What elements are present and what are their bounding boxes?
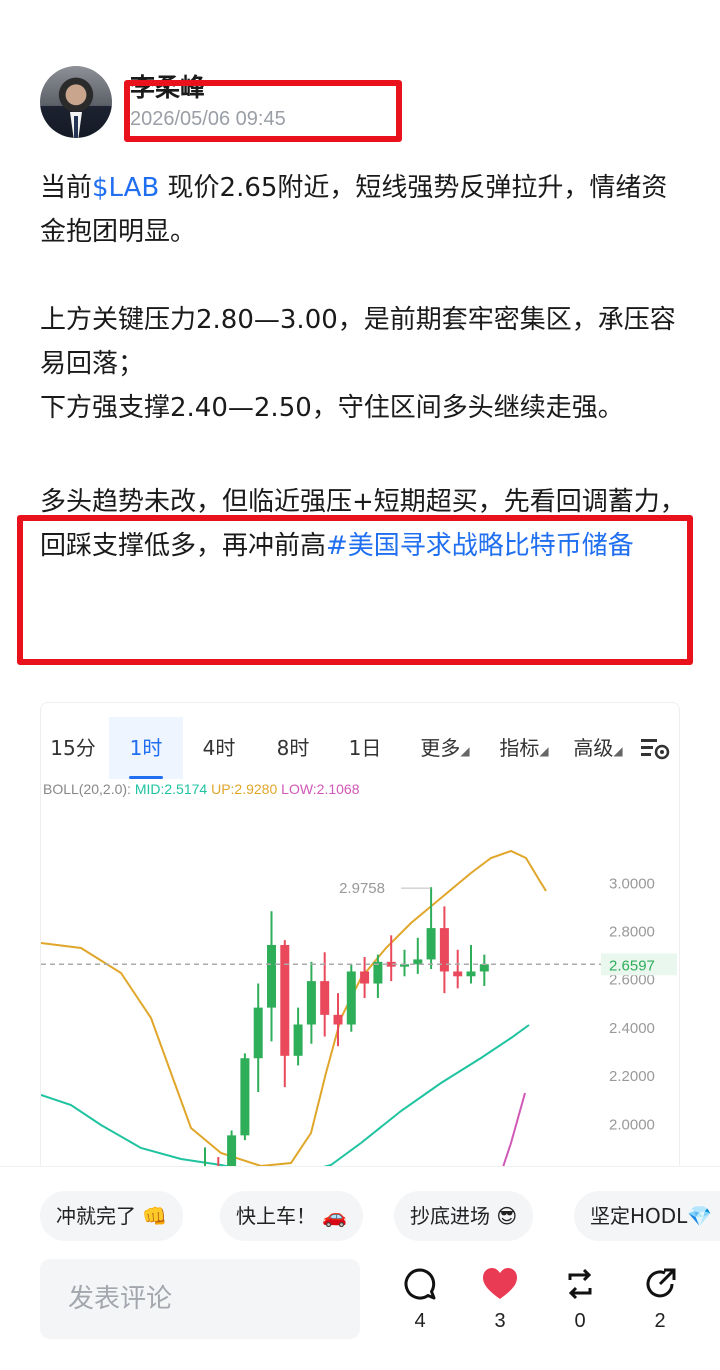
candle-body <box>306 981 316 1025</box>
post-body: 当前$LAB 现价2.65附近，短线强势反弹拉升，情绪资金抱团明显。 上方关键压… <box>40 166 690 568</box>
chart-settings-icon[interactable] <box>639 733 671 763</box>
tab-indicators[interactable]: 指标◢ <box>489 717 559 779</box>
tab-1h[interactable]: 1时 <box>109 717 183 779</box>
candle-body <box>293 1024 303 1056</box>
candle-body <box>360 971 370 984</box>
comment-input[interactable]: 发表评论 <box>40 1259 360 1339</box>
car-icon: 🚗 <box>322 1204 348 1228</box>
share-icon <box>646 1268 676 1298</box>
repost-count: 0 <box>574 1310 586 1332</box>
candle-body <box>320 981 330 1015</box>
quick-reply-chip-2[interactable]: 快上车！ 🚗 <box>220 1191 364 1241</box>
candle-body <box>280 944 290 1056</box>
heart-icon <box>483 1268 517 1299</box>
y-tick-label: 2.2000 <box>609 1068 655 1085</box>
tab-15m[interactable]: 15分 <box>41 717 105 779</box>
y-tick-label: 3.0000 <box>609 875 655 892</box>
comment-count: 4 <box>414 1310 426 1332</box>
candle-body <box>453 971 463 977</box>
share-button[interactable]: 2 <box>635 1266 685 1333</box>
high-label: 2.9758 <box>339 880 385 897</box>
boll-indicator: BOLL(20,2.0): MID:2.5174 UP:2.9280 LOW:2… <box>43 781 360 797</box>
post-paragraph-1: 当前$LAB 现价2.65附近，短线强势反弹拉升，情绪资金抱团明显。 <box>40 173 668 247</box>
y-tick-label: 2.0000 <box>609 1116 655 1133</box>
tab-8h[interactable]: 8时 <box>261 717 325 779</box>
candle-body <box>240 1058 250 1136</box>
share-count: 2 <box>654 1310 666 1332</box>
tab-1d[interactable]: 1日 <box>333 717 397 779</box>
like-count: 3 <box>494 1310 506 1332</box>
highlight-box-body <box>17 515 693 665</box>
comment-icon <box>404 1268 436 1300</box>
candle-body <box>253 1007 263 1059</box>
candle-body <box>267 944 276 1008</box>
author-avatar[interactable] <box>40 66 112 138</box>
candle-body <box>479 964 489 972</box>
diamond-icon: 💎 <box>687 1204 713 1228</box>
boll-low-line <box>500 1092 526 1171</box>
boll-up-line <box>41 849 547 1168</box>
quick-reply-chip-1[interactable]: 冲就完了 👊 <box>40 1191 184 1241</box>
sunglasses-icon: 😎 <box>496 1204 518 1228</box>
timeframe-tabs: 15分 1时 4时 8时 1日 更多◢ 指标◢ 高级◢ <box>41 717 679 779</box>
tab-advanced[interactable]: 高级◢ <box>563 717 633 779</box>
y-tick-label: 2.4000 <box>609 1020 655 1037</box>
candle-body <box>373 961 383 984</box>
quick-reply-chip-4[interactable]: 坚定HODL💎 <box>574 1191 720 1241</box>
caret-down-icon: ◢ <box>539 744 549 758</box>
y-tick-label: 2.8000 <box>609 924 655 941</box>
candle-body <box>426 928 436 960</box>
current-price-label: 2.6597 <box>609 957 655 974</box>
quick-reply-chip-3[interactable]: 抄底进场 😎 <box>394 1191 534 1241</box>
tab-4h[interactable]: 4时 <box>187 717 251 779</box>
fist-icon: 👊 <box>142 1204 168 1228</box>
candle-body <box>346 971 356 1025</box>
candlestick-chart[interactable]: 3.00002.80002.60002.40002.20002.00001.80… <box>41 803 680 1172</box>
kline-chart-card[interactable]: 15分 1时 4时 8时 1日 更多◢ 指标◢ 高级◢ BOLL(20,2.0)… <box>40 702 680 1172</box>
caret-down-icon: ◢ <box>613 744 623 758</box>
candle-body <box>466 971 476 977</box>
repost-button[interactable]: 0 <box>555 1266 605 1333</box>
like-button[interactable]: 3 <box>475 1266 525 1333</box>
comment-button[interactable]: 4 <box>395 1266 445 1333</box>
caret-down-icon: ◢ <box>460 744 470 758</box>
post-paragraph-2: 上方关键压力2.80—3.00，是前期套牢密集区，承压容易回落； <box>40 305 676 379</box>
tab-more[interactable]: 更多◢ <box>413 717 477 779</box>
candle-body <box>333 1014 343 1025</box>
repost-icon <box>568 1268 592 1300</box>
candle-body <box>413 959 423 965</box>
highlight-box-header <box>124 80 402 142</box>
post-paragraph-3: 下方强支撑2.40—2.50，守住区间多头继续走强。 <box>40 393 624 423</box>
ticker-link[interactable]: $LAB <box>92 173 159 203</box>
